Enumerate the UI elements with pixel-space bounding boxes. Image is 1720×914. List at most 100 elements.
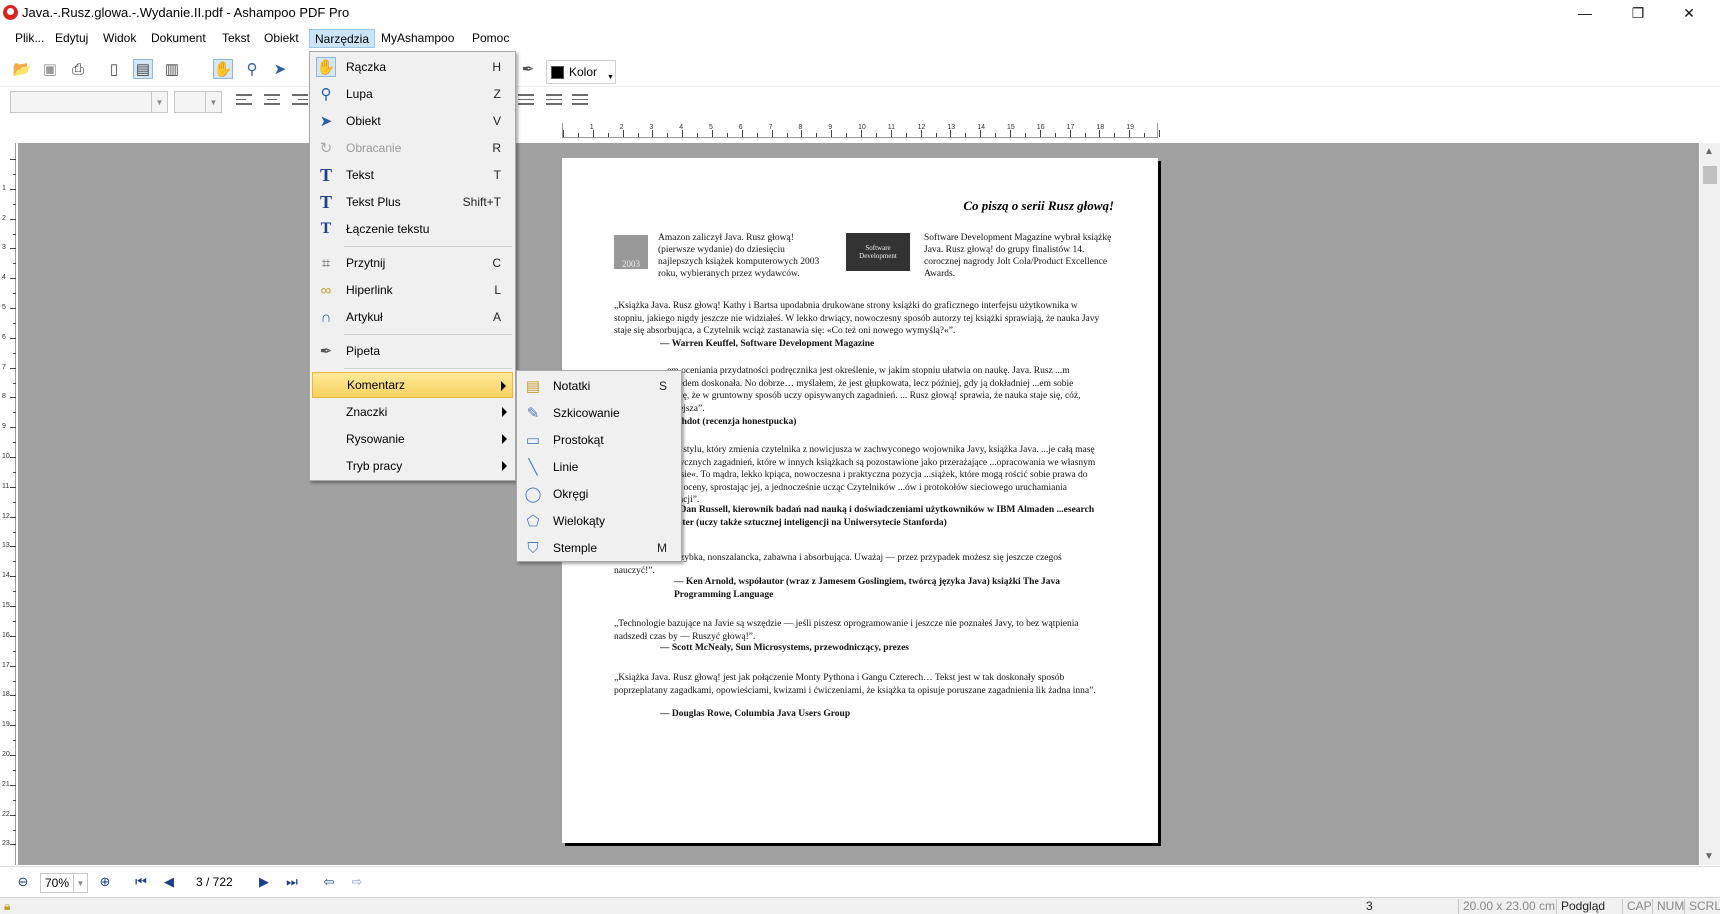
scroll-up-icon[interactable]: ▲ bbox=[1704, 146, 1714, 157]
ruler-tick bbox=[13, 710, 16, 712]
main-toolbar: 📂 ▣ ⎙ ▯ ▤ ▥ ✋ ⚲ ➤ ✒ Kolor ▼ bbox=[0, 51, 1720, 87]
align-justify-icon[interactable] bbox=[518, 94, 536, 108]
scroll-down-icon[interactable]: ▼ bbox=[1704, 851, 1714, 862]
ruler-tick bbox=[1159, 130, 1160, 137]
menu-item-zoom[interactable]: ⚲ Lupa Z bbox=[312, 81, 513, 107]
paragraph-spacing-icon[interactable] bbox=[572, 94, 590, 108]
menu-edit[interactable]: Edytuj bbox=[50, 29, 93, 48]
ruler-tick bbox=[861, 130, 862, 137]
ruler-number: 11 bbox=[887, 124, 896, 131]
circle-icon: ◯ bbox=[524, 486, 542, 503]
menu-help[interactable]: Pomoc bbox=[467, 29, 514, 48]
menu-item-comment[interactable]: Komentarz bbox=[312, 372, 513, 398]
lock-icon: 🔒︎ bbox=[4, 899, 11, 913]
page-indicator[interactable]: 3 / 722 bbox=[196, 875, 233, 889]
menu-item-drawing[interactable]: Rysowanie bbox=[312, 426, 513, 452]
menu-item-polygons[interactable]: ⬠ Wielokąty bbox=[519, 508, 679, 534]
ruler-tick bbox=[637, 133, 639, 137]
previous-page-icon[interactable]: ◀ bbox=[160, 873, 178, 891]
menu-item-text[interactable]: T Tekst T bbox=[312, 162, 513, 188]
ruler-tick bbox=[831, 130, 833, 137]
menu-item-label: Okręgi bbox=[553, 487, 589, 501]
menu-item-text-join[interactable]: T Łączenie tekstu bbox=[312, 216, 513, 242]
menu-item-label: Tekst bbox=[346, 168, 375, 182]
menu-item-circles[interactable]: ◯ Okręgi bbox=[519, 481, 679, 507]
ruler-number: 5 bbox=[709, 124, 713, 131]
menu-item-shortcut: C bbox=[492, 256, 501, 270]
color-picker[interactable]: Kolor ▼ bbox=[546, 60, 616, 84]
print-icon[interactable]: ⎙ bbox=[68, 59, 88, 79]
menu-item-object[interactable]: ➤ Obiekt V bbox=[312, 108, 513, 134]
vertical-scrollbar[interactable]: ▲ ▼ bbox=[1700, 143, 1720, 865]
back-icon[interactable]: ⇦ bbox=[320, 873, 338, 891]
zoom-in-icon[interactable]: ⊕ bbox=[96, 873, 114, 891]
ruler-tick bbox=[726, 133, 728, 137]
menu-myashampoo[interactable]: MyAshampoo bbox=[376, 29, 459, 48]
submenu-arrow-icon bbox=[502, 461, 507, 471]
magnifier-icon[interactable]: ⚲ bbox=[242, 59, 262, 79]
first-page-icon[interactable]: ⏮ bbox=[132, 873, 150, 891]
ruler-tick bbox=[13, 620, 16, 622]
menu-item-stamps[interactable]: ⛉ Stemple M bbox=[519, 535, 679, 561]
menu-file[interactable]: Plik... bbox=[10, 29, 49, 48]
facing-page-icon[interactable]: ▤ bbox=[133, 59, 153, 79]
pointer-icon[interactable]: ➤ bbox=[270, 59, 290, 79]
menu-document[interactable]: Dokument bbox=[146, 29, 211, 48]
menu-item-sketch[interactable]: ✎ Szkicowanie bbox=[519, 400, 679, 426]
menu-item-notes[interactable]: ▤ Notatki S bbox=[519, 373, 679, 399]
ruler-tick bbox=[10, 248, 16, 250]
ruler-number: 8 bbox=[798, 124, 803, 131]
minimize-button[interactable]: — bbox=[1562, 0, 1608, 26]
scroll-thumb[interactable] bbox=[1703, 166, 1717, 184]
menu-item-label: Artykuł bbox=[346, 310, 383, 324]
ruler-number: 18 bbox=[1096, 124, 1105, 131]
ruler-tick bbox=[13, 680, 16, 682]
ruler-tick bbox=[10, 516, 16, 518]
open-folder-icon[interactable]: 📂 bbox=[12, 59, 32, 79]
align-right-icon[interactable] bbox=[292, 94, 310, 108]
menu-separator bbox=[344, 368, 512, 369]
close-button[interactable]: ✕ bbox=[1666, 0, 1712, 26]
forward-icon[interactable]: ⇨ bbox=[348, 873, 366, 891]
single-page-icon[interactable]: ▯ bbox=[104, 59, 124, 79]
hand-icon[interactable]: ✋ bbox=[213, 59, 233, 79]
menu-object[interactable]: Obiekt bbox=[259, 29, 304, 48]
save-icon[interactable]: ▣ bbox=[40, 59, 60, 79]
font-size-combo[interactable]: ▼ bbox=[174, 91, 222, 113]
ruler-tick bbox=[1039, 130, 1041, 137]
ruler-tick bbox=[13, 561, 16, 563]
align-center-icon[interactable] bbox=[264, 94, 282, 108]
menu-item-pipette[interactable]: ✒ Pipeta bbox=[312, 338, 513, 364]
restore-button[interactable]: ❐ bbox=[1615, 0, 1661, 26]
chevron-down-icon: ▼ bbox=[73, 874, 87, 892]
continuous-page-icon[interactable]: ▥ bbox=[162, 59, 182, 79]
menu-text[interactable]: Tekst bbox=[217, 29, 255, 48]
last-page-icon[interactable]: ⏭ bbox=[283, 873, 301, 891]
menu-item-label: Hiperlink bbox=[346, 283, 393, 297]
menu-item-rectangle[interactable]: ▭ Prostokąt bbox=[519, 427, 679, 453]
menu-item-text-plus[interactable]: T Tekst Plus Shift+T bbox=[312, 189, 513, 215]
zoom-out-icon[interactable]: ⊖ bbox=[14, 873, 32, 891]
ruler-number: 13 bbox=[2, 542, 10, 550]
menu-view[interactable]: Widok bbox=[98, 29, 141, 48]
ruler-number: 17 bbox=[2, 661, 10, 669]
menu-item-hyperlink[interactable]: ∞ Hiperlink L bbox=[312, 277, 513, 303]
text-join-icon: T bbox=[320, 220, 332, 237]
menu-item-hand[interactable]: ✋ Rączka H bbox=[312, 54, 513, 80]
menu-item-stamps[interactable]: Znaczki bbox=[312, 399, 513, 425]
line-spacing-icon[interactable] bbox=[546, 94, 564, 108]
menu-item-work-mode[interactable]: Tryb pracy bbox=[312, 453, 513, 479]
zoom-combo[interactable]: 70% ▼ bbox=[40, 873, 88, 893]
align-left-icon[interactable] bbox=[236, 94, 254, 108]
eyedropper-icon[interactable]: ✒ bbox=[518, 59, 538, 79]
menu-item-lines[interactable]: ╲ Linie bbox=[519, 454, 679, 480]
menu-tools[interactable]: Narzędzia bbox=[309, 29, 376, 48]
font-name-combo[interactable]: ▼ bbox=[10, 91, 168, 113]
quote-author: — Douglas Rowe, Columbia Java Users Grou… bbox=[660, 709, 851, 719]
chevron-down-icon: ▼ bbox=[607, 74, 614, 81]
next-page-icon[interactable]: ▶ bbox=[255, 873, 273, 891]
menu-item-article[interactable]: ∩ Artykuł A bbox=[312, 304, 513, 330]
menu-item-crop[interactable]: ⌗ Przytnij C bbox=[312, 250, 513, 276]
menu-item-label: Tekst Plus bbox=[346, 195, 401, 209]
ruler-tick bbox=[13, 442, 16, 444]
